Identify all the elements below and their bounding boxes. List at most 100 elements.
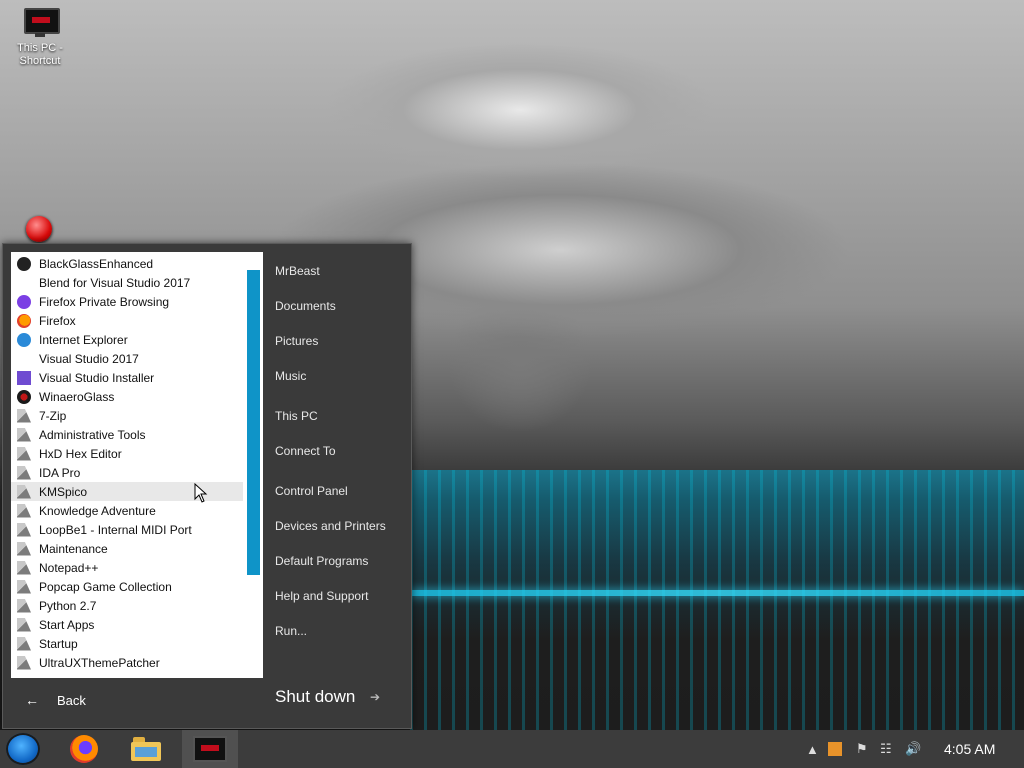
app-label: Popcap Game Collection xyxy=(39,579,172,594)
folder-icon xyxy=(17,446,31,461)
app-label: Administrative Tools xyxy=(39,427,146,442)
app-label: Firefox Private Browsing xyxy=(39,294,170,309)
start-menu-app-item[interactable]: Administrative Tools xyxy=(11,425,243,444)
start-menu-app-item[interactable]: Firefox xyxy=(11,311,243,330)
app-label: Notepad++ xyxy=(39,560,99,575)
wallpaper-glow xyxy=(410,590,1024,596)
start-menu-app-item[interactable]: Blend for Visual Studio 2017 xyxy=(11,273,243,292)
app-label: Python 2.7 xyxy=(39,598,97,613)
folder-icon xyxy=(17,655,31,670)
app-label: Firefox xyxy=(39,313,76,328)
app-label: LoopBe1 - Internal MIDI Port xyxy=(39,522,192,537)
app-label: UltraUXThemePatcher xyxy=(39,655,160,670)
app-label: WinaeroGlass xyxy=(39,389,115,404)
start-menu-app-item[interactable]: 7-Zip xyxy=(11,406,243,425)
visual-studio-installer-icon xyxy=(17,370,31,385)
back-label: Back xyxy=(57,692,86,708)
app-label: Visual Studio Installer xyxy=(39,370,155,385)
red-button-icon[interactable] xyxy=(26,216,52,242)
computer-icon xyxy=(22,8,60,38)
start-menu-app-item[interactable]: Popcap Game Collection xyxy=(11,577,243,596)
start-menu-app-item[interactable]: Start Apps xyxy=(11,615,243,634)
app-label: Blend for Visual Studio 2017 xyxy=(39,275,191,290)
black-glass-icon xyxy=(17,256,31,271)
file-explorer-icon xyxy=(131,737,161,761)
network-icon[interactable]: ☷ xyxy=(880,730,892,768)
desktop-icon-this-pc[interactable]: This PC - Shortcut xyxy=(10,8,70,68)
right-item-pictures[interactable]: Pictures xyxy=(275,334,318,348)
start-menu-app-item[interactable]: LoopBe1 - Internal MIDI Port xyxy=(11,520,243,539)
folder-icon xyxy=(17,617,31,632)
firefox-icon xyxy=(17,313,31,328)
folder-icon xyxy=(17,560,31,575)
tray-overflow-icon[interactable]: ▲ xyxy=(806,730,819,768)
right-item-music[interactable]: Music xyxy=(275,369,306,383)
folder-icon xyxy=(17,465,31,480)
start-menu-app-item[interactable]: IDA Pro xyxy=(11,463,243,482)
right-item-documents[interactable]: Documents xyxy=(275,299,336,313)
folder-icon xyxy=(17,579,31,594)
folder-icon xyxy=(17,541,31,556)
right-item-run[interactable]: Run... xyxy=(275,624,307,638)
app-label: Visual Studio 2017 xyxy=(39,351,139,366)
start-menu-app-item[interactable]: BlackGlassEnhanced xyxy=(11,254,243,273)
shutdown-button[interactable]: Shut down xyxy=(275,687,355,707)
all-programs-list: BlackGlassEnhanced Blend for Visual Studi… xyxy=(11,252,263,678)
right-item-user[interactable]: MrBeast xyxy=(275,264,320,278)
scrollbar-thumb[interactable] xyxy=(247,270,260,575)
app-label: Maintenance xyxy=(39,541,108,556)
folder-icon xyxy=(17,484,31,499)
folder-icon xyxy=(17,522,31,537)
right-item-help-support[interactable]: Help and Support xyxy=(275,589,368,603)
firefox-icon xyxy=(70,735,98,763)
start-menu-app-item[interactable]: Internet Explorer xyxy=(11,330,243,349)
clock[interactable]: 4:05 AM xyxy=(944,741,995,757)
start-menu-app-item[interactable]: WinaeroGlass xyxy=(11,387,243,406)
arrow-left-icon: ← xyxy=(25,692,39,708)
start-menu-app-item[interactable]: Firefox Private Browsing xyxy=(11,292,243,311)
internet-explorer-icon xyxy=(17,332,31,347)
taskbar-firefox[interactable] xyxy=(60,730,108,768)
taskbar-file-explorer[interactable] xyxy=(122,730,170,768)
start-menu-app-item[interactable]: UltraUXThemePatcher xyxy=(11,653,243,672)
wallpaper-city xyxy=(410,470,1024,730)
taskbar-this-pc[interactable] xyxy=(182,730,238,768)
tray-app-icon[interactable] xyxy=(828,730,842,768)
firefox-private-icon xyxy=(17,294,31,309)
chevron-right-icon[interactable]: ➔ xyxy=(370,690,380,704)
right-item-default-programs[interactable]: Default Programs xyxy=(275,554,368,568)
start-menu-app-item[interactable]: HxD Hex Editor xyxy=(11,444,243,463)
start-menu-app-item[interactable]: KMSpico xyxy=(11,482,243,501)
right-item-devices-printers[interactable]: Devices and Printers xyxy=(275,519,386,533)
right-item-control-panel[interactable]: Control Panel xyxy=(275,484,348,498)
folder-icon xyxy=(17,503,31,518)
folder-icon xyxy=(17,636,31,651)
start-menu-app-item[interactable]: Maintenance xyxy=(11,539,243,558)
start-menu-app-item[interactable]: Visual Studio 2017 xyxy=(11,349,243,368)
volume-icon[interactable]: 🔊 xyxy=(905,730,921,768)
right-item-connect-to[interactable]: Connect To xyxy=(275,444,336,458)
app-label: Internet Explorer xyxy=(39,332,128,347)
action-center-flag-icon[interactable]: ⚑ xyxy=(856,730,868,768)
app-label: IDA Pro xyxy=(39,465,81,480)
app-label: Start Apps xyxy=(39,617,95,632)
app-label: HxD Hex Editor xyxy=(39,446,122,461)
start-menu-app-item[interactable]: Python 2.7 xyxy=(11,596,243,615)
start-menu-app-item[interactable]: Visual Studio Installer xyxy=(11,368,243,387)
folder-icon xyxy=(17,427,31,442)
desktop-icon-label: This PC - Shortcut xyxy=(17,42,63,67)
right-item-this-pc[interactable]: This PC xyxy=(275,409,318,423)
app-label: Knowledge Adventure xyxy=(39,503,156,518)
winaero-glass-icon xyxy=(17,389,31,404)
start-orb-button[interactable] xyxy=(6,733,40,765)
app-label: KMSpico xyxy=(39,484,88,499)
start-menu-app-item[interactable]: Notepad++ xyxy=(11,558,243,577)
computer-icon xyxy=(193,736,227,762)
start-menu-app-item[interactable]: Startup xyxy=(11,634,243,653)
start-menu-app-item[interactable]: Knowledge Adventure xyxy=(11,501,243,520)
app-label: 7-Zip xyxy=(39,408,67,423)
folder-icon xyxy=(17,408,31,423)
back-button[interactable]: ← Back xyxy=(11,680,263,720)
app-label: Startup xyxy=(39,636,78,651)
folder-icon xyxy=(17,598,31,613)
